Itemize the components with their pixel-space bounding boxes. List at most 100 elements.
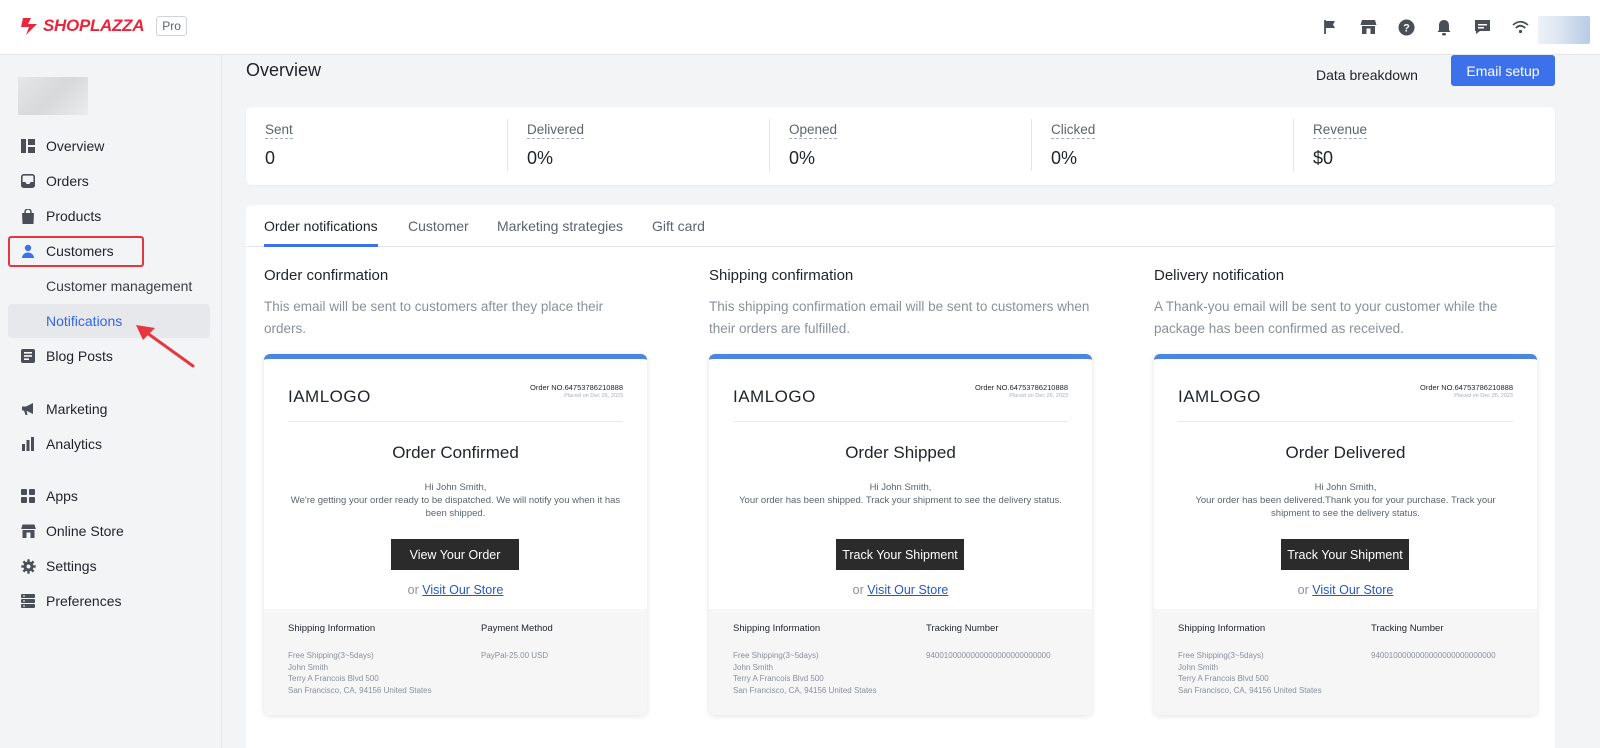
stat-value: $0 <box>1313 148 1334 168</box>
page-title: Overview <box>246 60 322 80</box>
stat-label[interactable]: Opened <box>789 122 838 139</box>
sidebar-item-marketing[interactable]: Marketing <box>8 392 210 426</box>
stats-card: Sent 0 Delivered 0% Opened 0% Clicked 0%… <box>246 107 1555 185</box>
tab-marketing-strategies[interactable]: Marketing strategies <box>497 218 623 234</box>
email-alt-link: or Visit Our Store <box>1154 583 1537 597</box>
chat-icon[interactable] <box>1472 17 1492 37</box>
stat-divider <box>507 119 508 171</box>
bag-icon <box>20 208 36 224</box>
notifications-card: Order notifications Customer Marketing s… <box>246 205 1555 748</box>
info-line: San Francisco, CA, 94156 United States <box>733 685 877 695</box>
stat-label[interactable]: Sent <box>265 122 293 139</box>
active-tab-indicator <box>264 244 378 247</box>
sidebar-item-label: Preferences <box>46 593 122 609</box>
email-preview[interactable]: IAMLOGO Order NO.647537862108​88 Placed … <box>709 354 1092 715</box>
info-heading: Shipping Information <box>288 623 376 634</box>
flag-icon[interactable] <box>1320 17 1340 37</box>
email-order-number: Order NO.647537862108​88 <box>975 383 1068 392</box>
sidebar-item-orders[interactable]: Orders <box>8 164 210 198</box>
sidebar-item-settings[interactable]: Settings <box>8 549 210 583</box>
stat-divider <box>1031 119 1032 171</box>
sidebar-item-overview[interactable]: Overview <box>8 129 210 163</box>
visit-store-link: Visit Our Store <box>1312 583 1394 597</box>
svg-text:?: ? <box>1403 22 1410 34</box>
store-icon[interactable] <box>1358 17 1378 37</box>
preferences-icon <box>20 593 36 609</box>
tab-customer[interactable]: Customer <box>408 218 469 234</box>
data-breakdown-button[interactable]: Data breakdown <box>1316 60 1418 90</box>
stat-divider <box>769 119 770 171</box>
sidebar-item-analytics[interactable]: Analytics <box>8 427 210 461</box>
email-heading: Order Shipped <box>845 443 956 462</box>
tab-bar: Order notifications Customer Marketing s… <box>246 205 1555 247</box>
pro-badge: Pro <box>156 16 187 36</box>
email-alt-link: or Visit Our Store <box>709 583 1092 597</box>
stat-label[interactable]: Clicked <box>1051 122 1096 139</box>
help-icon[interactable]: ? <box>1396 17 1416 37</box>
info-line: Terry A Francois Blvd 500 <box>733 674 824 683</box>
email-heading: Order Confirmed <box>392 443 519 462</box>
notification-description: This shipping confirmation email will be… <box>709 299 1090 336</box>
email-body: Hi John Smith, Your order has been shipp… <box>733 481 1068 507</box>
email-greeting: Hi John Smith, <box>1314 482 1377 493</box>
email-placed-date: Placed on Dec 26, 2023 <box>1454 393 1513 399</box>
email-info-section: Shipping Information Free Shipping(3~5da… <box>709 609 1092 715</box>
info-heading: Tracking Number <box>1371 623 1444 634</box>
stat-value: 0% <box>789 148 816 168</box>
email-heading: Order Delivered <box>1285 443 1406 462</box>
info-heading: Shipping Information <box>1178 623 1266 634</box>
bar-chart-icon <box>20 436 36 452</box>
email-preview[interactable]: IAMLOGO Order NO.647537862108​88 Placed … <box>1154 354 1537 715</box>
stat-label[interactable]: Delivered <box>527 122 585 139</box>
sidebar-item-label: Online Store <box>46 523 124 539</box>
apps-icon <box>20 488 36 504</box>
or-text: or <box>852 583 864 597</box>
email-message: Your order has been delivered.Thank you … <box>1195 495 1496 519</box>
sidebar-item-customer-management[interactable]: Customer management <box>8 269 210 303</box>
divider <box>288 421 623 422</box>
email-setup-button[interactable]: Email setup <box>1451 55 1555 86</box>
bell-icon[interactable] <box>1434 17 1454 37</box>
email-info-section: Shipping Information Free Shipping(3~5da… <box>1154 609 1537 715</box>
info-line: San Francisco, CA, 94156 United States <box>1178 685 1322 695</box>
email-body: Hi John Smith, Your order has been deliv… <box>1178 481 1513 520</box>
sidebar-item-label: Products <box>46 208 102 224</box>
info-text: Free Shipping(3~5days) John Smith Terry … <box>733 650 877 696</box>
info-text: Free Shipping(3~5days) John Smith Terry … <box>1178 650 1322 696</box>
email-alt-link: or Visit Our Store <box>264 583 647 597</box>
sidebar-item-online-store[interactable]: Online Store <box>8 514 210 548</box>
email-body: Hi John Smith, We're getting your order … <box>288 481 623 520</box>
brand-name: SHOPLAZZA <box>43 16 145 35</box>
annotation-arrow-icon <box>133 322 199 377</box>
sidebar-item-label: Marketing <box>46 401 108 417</box>
email-cta-button: View Your Order <box>391 539 519 570</box>
dashboard-icon <box>20 138 36 154</box>
notification-title: Delivery notification <box>1154 267 1285 284</box>
email-greeting: Hi John Smith, <box>424 482 487 493</box>
store-icon <box>20 523 36 539</box>
email-order-number: Order NO.647537862108​88 <box>1420 383 1513 392</box>
email-preview[interactable]: IAMLOGO Order NO.647537862108​88 Placed … <box>264 354 647 715</box>
email-cta-button: Track Your Shipment <box>836 539 964 570</box>
user-avatar[interactable] <box>1538 16 1590 44</box>
sidebar-item-label: Settings <box>46 558 97 574</box>
sidebar-item-label: Apps <box>46 488 78 504</box>
sidebar-item-preferences[interactable]: Preferences <box>8 584 210 618</box>
wifi-icon[interactable] <box>1510 17 1530 37</box>
notification-title: Shipping confirmation <box>709 267 854 284</box>
tab-gift-card[interactable]: Gift card <box>652 218 705 234</box>
tab-order-notifications[interactable]: Order notifications <box>264 218 378 234</box>
divider <box>1178 421 1513 422</box>
sidebar-item-label: Notifications <box>46 313 123 329</box>
brand[interactable]: SHOPLAZZA Pro <box>20 16 187 36</box>
megaphone-icon <box>20 401 36 417</box>
sidebar-item-apps[interactable]: Apps <box>8 479 210 513</box>
inbox-icon <box>20 173 36 189</box>
stat-label[interactable]: Revenue <box>1313 122 1368 139</box>
sidebar-item-label: Analytics <box>46 436 103 452</box>
notification-description: This email will be sent to customers aft… <box>264 299 604 336</box>
info-line: Terry A Francois Blvd 500 <box>1178 674 1269 683</box>
sidebar-item-products[interactable]: Products <box>8 199 210 233</box>
store-avatar[interactable] <box>18 77 88 115</box>
email-cta-button: Track Your Shipment <box>1281 539 1409 570</box>
